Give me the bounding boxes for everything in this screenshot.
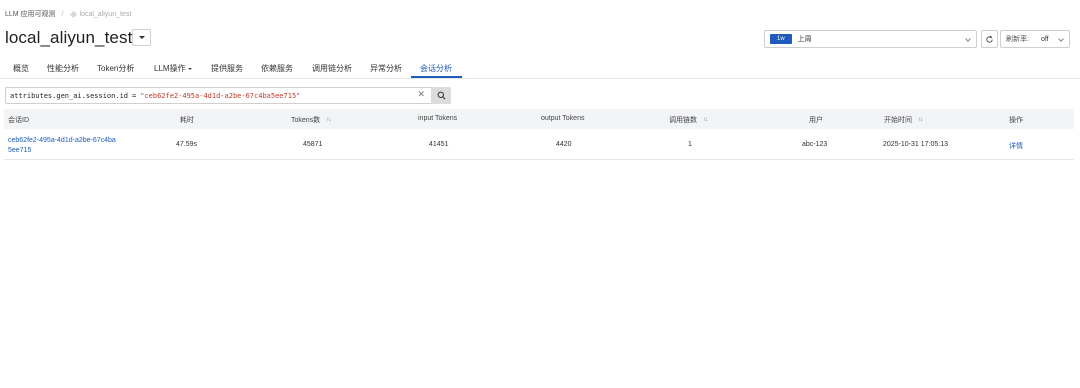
search-icon — [437, 91, 445, 100]
refresh-rate-label: 刷新率: — [1006, 36, 1029, 43]
sort-icon[interactable]: ↑↓ — [326, 117, 331, 123]
cell-output-tokens: 4420 — [556, 141, 572, 148]
breadcrumb-root[interactable]: LLM 应用可观测 — [5, 9, 56, 19]
cell-input-tokens: 41451 — [429, 141, 449, 148]
refresh-button[interactable] — [981, 30, 998, 48]
column-output-tokens: output Tokens — [541, 115, 585, 122]
time-range-badge: 1w — [770, 34, 792, 44]
column-start-time[interactable]: 开始时间 ↑↓ — [884, 115, 923, 125]
details-link[interactable]: 详情 — [1009, 141, 1023, 151]
tab-token-analysis[interactable]: Token分析 — [97, 63, 134, 74]
breadcrumb-separator: / — [61, 10, 64, 18]
tab-llm-operations-label: LLM操作 — [154, 64, 186, 73]
clear-icon[interactable]: ✕ — [417, 90, 425, 101]
query-value: "ceb62fe2-495a-4d1d-a2be-67c4ba5ee715" — [140, 91, 301, 100]
table-header: 会话ID 耗时 Tokens数 ↑↓ input Tokens output To… — [4, 109, 1074, 129]
column-session-id: 会话ID — [8, 117, 29, 124]
cell-tokens: 45871 — [303, 141, 323, 148]
tab-session-analysis[interactable]: 会话分析 — [420, 63, 452, 74]
breadcrumb: LLM 应用可观测 / local_aliyun_test — [5, 9, 131, 19]
column-user: 用户 — [809, 117, 823, 124]
cell-duration: 47.59s — [176, 141, 198, 148]
caret-down-icon — [187, 67, 192, 70]
query-key: attributes.gen_ai.session.id — [10, 91, 129, 100]
chevron-down-icon — [965, 36, 971, 42]
tab-llm-operations[interactable]: LLM操作 — [154, 63, 192, 74]
refresh-rate-select[interactable]: 刷新率: off — [1000, 30, 1070, 48]
tab-bar: 概览 性能分析 Token分析 LLM操作 提供服务 依赖服务 调用链分析 异常… — [0, 57, 1080, 79]
breadcrumb-current-label: local_aliyun_test — [79, 10, 132, 18]
search-button[interactable] — [431, 87, 451, 104]
query-operator: = — [132, 91, 137, 100]
tab-trace-analysis[interactable]: 调用链分析 — [312, 63, 352, 74]
time-range-select[interactable]: 1w 上周 — [764, 30, 977, 48]
time-range-label: 上周 — [797, 36, 812, 43]
refresh-icon — [986, 35, 993, 43]
app-icon — [69, 10, 77, 18]
app-switch-dropdown[interactable] — [132, 29, 151, 46]
tab-performance[interactable]: 性能分析 — [47, 63, 79, 74]
session-table: 会话ID 耗时 Tokens数 ↑↓ input Tokens output To… — [4, 109, 1074, 160]
tab-provided-services[interactable]: 提供服务 — [211, 63, 243, 74]
breadcrumb-current: local_aliyun_test — [69, 10, 132, 18]
table-row: ceb62fe2-495a-4d1d-a2be-67c4ba5ee715 47.… — [4, 129, 1074, 160]
tab-overview[interactable]: 概览 — [13, 63, 29, 74]
page-title: local_aliyun_test — [5, 28, 133, 47]
column-duration: 耗时 — [180, 117, 194, 124]
cell-traces: 1 — [688, 141, 692, 148]
caret-down-icon — [138, 36, 145, 39]
column-input-tokens: input Tokens — [418, 115, 458, 122]
cell-user: abc-123 — [802, 141, 828, 148]
chevron-down-icon — [1058, 36, 1064, 42]
refresh-rate-value: off — [1040, 35, 1049, 43]
tab-exception-analysis[interactable]: 异常分析 — [370, 63, 402, 74]
sort-icon[interactable]: ↑↓ — [918, 117, 923, 123]
active-tab-indicator — [411, 76, 462, 78]
session-id-link[interactable]: ceb62fe2-495a-4d1d-a2be-67c4ba5ee715 — [8, 136, 118, 156]
tab-dependency-services[interactable]: 依赖服务 — [261, 63, 293, 74]
column-actions: 操作 — [1009, 117, 1023, 124]
query-input[interactable]: attributes.gen_ai.session.id = "ceb62fe2… — [5, 87, 431, 104]
column-traces[interactable]: 调用链数 ↑↓ — [669, 115, 708, 125]
cell-start-time: 2025-10-31 17:05:13 — [883, 141, 948, 148]
column-tokens[interactable]: Tokens数 ↑↓ — [291, 115, 331, 125]
sort-icon[interactable]: ↑↓ — [703, 117, 708, 123]
